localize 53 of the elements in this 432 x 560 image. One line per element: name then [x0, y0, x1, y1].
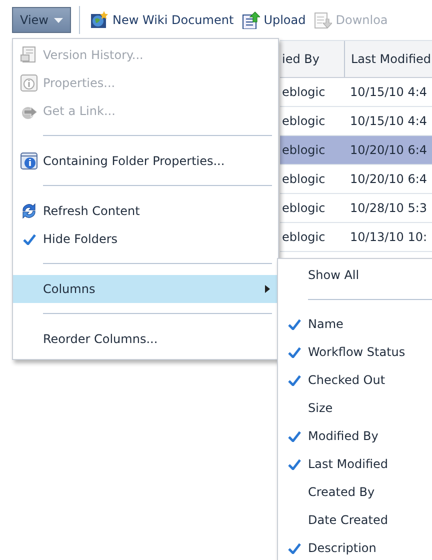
toolbar-button[interactable]: Upload [240, 11, 308, 29]
table-row[interactable]: eblogic 10/28/10 5:3 [280, 194, 432, 223]
table-row[interactable]: eblogic 10/20/10 6:4 [280, 165, 432, 194]
table-row[interactable]: eblogic 10/15/10 4:4 [280, 78, 432, 107]
table-row[interactable]: eblogic 10/20/10 6:4 [280, 136, 432, 165]
column-header[interactable]: ied By [280, 41, 345, 77]
check-icon [288, 542, 300, 554]
check-icon [288, 346, 300, 358]
table-cell-text: eblogic [281, 85, 326, 99]
menu-item[interactable]: Columns [13, 275, 278, 303]
globe-icon [90, 11, 108, 29]
table-cell-text: eblogic [281, 114, 326, 128]
menu-item[interactable]: Workflow Status [278, 338, 432, 366]
check-icon [288, 318, 300, 330]
menu-item[interactable]: Size [278, 394, 432, 422]
info-icon [20, 74, 38, 92]
toolbar-button[interactable]: New Wiki Document [88, 11, 236, 29]
table-cell-text: 10/13/10 10: [349, 230, 428, 244]
menu-item[interactable]: Modified By [278, 422, 432, 450]
check-icon [22, 234, 36, 244]
refresh-icon [20, 202, 38, 220]
download-icon [314, 11, 332, 29]
table-cell-text: 10/28/10 5:3 [349, 201, 428, 215]
table-cell-text: 10/20/10 6:4 [349, 172, 428, 186]
menu-item[interactable]: Last Modified [278, 450, 432, 478]
table-cell-text: 10/15/10 4:4 [349, 85, 428, 99]
menu-item[interactable]: Hide Folders [13, 225, 278, 253]
column-header[interactable]: Last Modified [345, 52, 432, 66]
view-button[interactable]: View [12, 7, 72, 33]
upload-icon [242, 11, 260, 29]
check-icon [288, 374, 300, 386]
table-cell-text: 10/20/10 6:4 [349, 143, 428, 157]
menu-item[interactable]: Checked Out [278, 366, 432, 394]
submenu-arrow-icon [265, 285, 270, 293]
table-cell-text: eblogic [281, 143, 326, 157]
table-cell-text: eblogic [281, 172, 326, 186]
table-cell-text: eblogic [281, 201, 326, 215]
table-cell-text: 10/15/10 4:4 [349, 114, 428, 128]
table-row[interactable]: eblogic 10/13/10 10: [280, 223, 432, 252]
menu-item[interactable]: Show All [278, 261, 432, 289]
menu-item[interactable]: Created By [278, 478, 432, 506]
caret-icon [54, 18, 64, 22]
menu-item[interactable]: Reorder Columns... [13, 325, 278, 353]
menu-item[interactable]: Name [278, 310, 432, 338]
menu-item[interactable]: Containing Folder Properties... [13, 147, 278, 175]
document-icon [20, 46, 38, 64]
menu-item[interactable]: Refresh Content [13, 197, 278, 225]
menu-item[interactable]: Description [278, 534, 432, 560]
table-cell-text: eblogic [281, 230, 326, 244]
check-icon [288, 430, 300, 442]
info-icon [20, 152, 38, 170]
check-icon [288, 458, 300, 470]
menu-item[interactable]: Date Created [278, 506, 432, 534]
